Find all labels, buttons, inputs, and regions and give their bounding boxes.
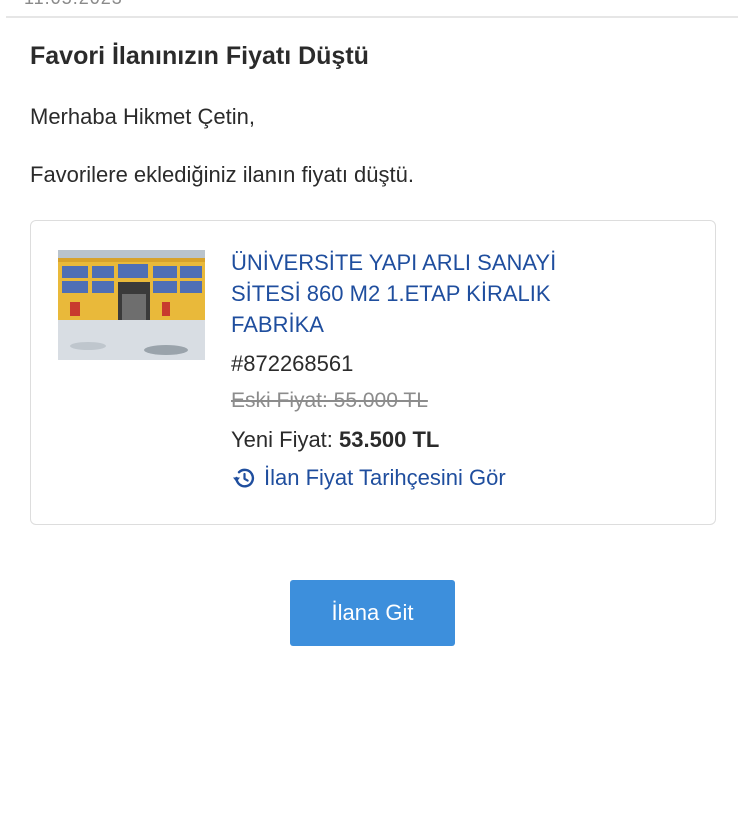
listing-info: ÜNİVERSİTE YAPI ARLI SANAYİ SİTESİ 860 M…	[231, 247, 611, 494]
go-to-listing-button[interactable]: İlana Git	[290, 580, 455, 646]
price-history-link[interactable]: İlan Fiyat Tarihçesini Gör	[231, 462, 611, 494]
listing-id: #872268561	[231, 351, 354, 376]
new-price-label: Yeni Fiyat:	[231, 427, 333, 452]
greeting-text: Merhaba Hikmet Çetin,	[30, 104, 255, 129]
new-price-value: 53.500 TL	[339, 427, 440, 452]
listing-title-link[interactable]: ÜNİVERSİTE YAPI ARLI SANAYİ SİTESİ 860 M…	[231, 247, 611, 340]
email-title: Favori İlanınızın Fiyatı Düştü	[30, 42, 369, 70]
partial-date-text: 11.05.2023	[24, 0, 123, 9]
price-history-label: İlan Fiyat Tarihçesini Gör	[264, 465, 506, 490]
history-icon	[233, 468, 255, 488]
header-divider	[6, 16, 738, 18]
old-price: Eski Fiyat: 55.000 TL	[231, 389, 428, 412]
listing-card: ÜNİVERSİTE YAPI ARLI SANAYİ SİTESİ 860 M…	[30, 220, 716, 525]
listing-thumbnail[interactable]	[58, 250, 205, 360]
new-price: Yeni Fiyat: 53.500 TL	[231, 424, 611, 456]
message-text: Favorilere eklediğiniz ilanın fiyatı düş…	[30, 162, 414, 187]
email-body: Favori İlanınızın Fiyatı Düştü Merhaba H…	[30, 38, 716, 525]
